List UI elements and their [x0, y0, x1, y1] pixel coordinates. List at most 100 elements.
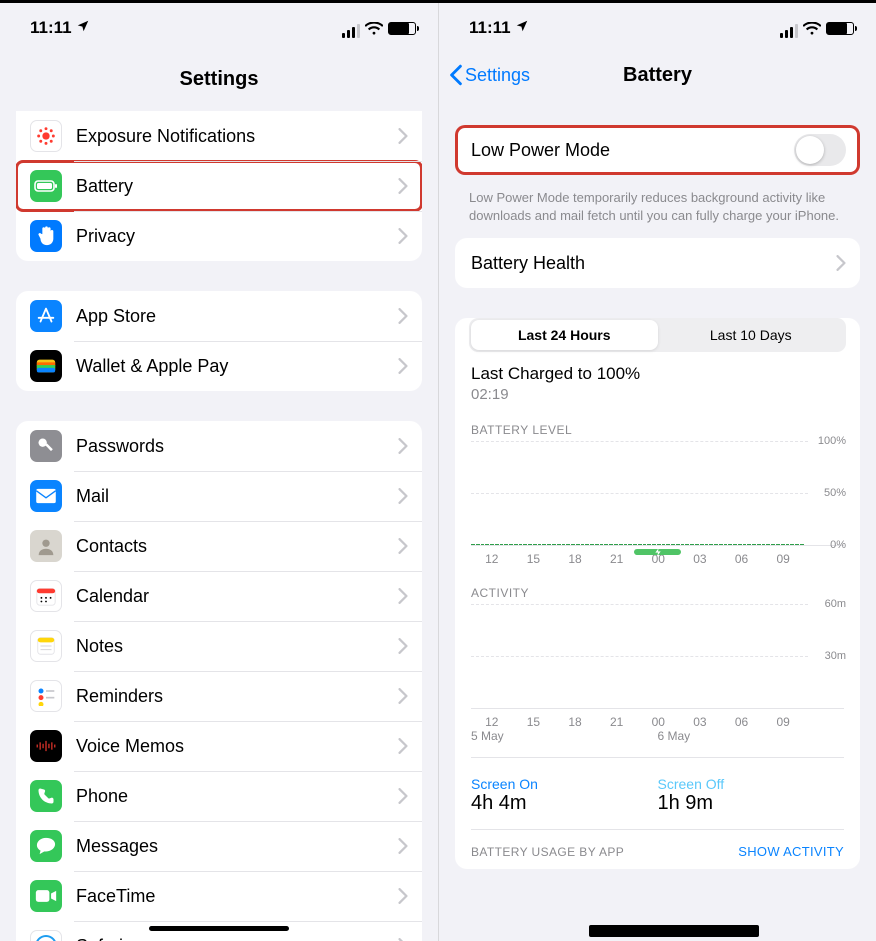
status-bar: 11:11: [0, 3, 438, 53]
toggle-low-power[interactable]: [794, 134, 846, 166]
back-label: Settings: [465, 65, 530, 86]
battery-level-label: BATTERY LEVEL: [455, 417, 860, 441]
x-tick: 03: [679, 552, 721, 566]
cell-signal-icon: [340, 18, 360, 38]
x-tick: 21: [596, 552, 638, 566]
x-tick: 15: [513, 552, 555, 566]
row-calendar[interactable]: Calendar: [16, 571, 422, 621]
location-icon: [76, 19, 90, 33]
row-label: Calendar: [76, 586, 398, 607]
status-bar: 11:11: [439, 3, 876, 53]
row-safari[interactable]: Safari: [16, 921, 422, 941]
battery-health-group: Battery Health: [455, 238, 860, 288]
wallet-icon: [30, 350, 62, 382]
row-battery-health[interactable]: Battery Health: [455, 238, 860, 288]
x-tick: 18: [554, 552, 596, 566]
charging-indicator: [634, 549, 681, 555]
y-tick: 100%: [818, 435, 846, 447]
show-activity-link[interactable]: SHOW ACTIVITY: [738, 844, 844, 859]
row-voicememos[interactable]: Voice Memos: [16, 721, 422, 771]
segment-24h[interactable]: Last 24 Hours: [471, 320, 658, 350]
row-label: App Store: [76, 306, 398, 327]
location-icon: [515, 19, 529, 33]
row-label: Contacts: [76, 536, 398, 557]
page-title: Settings: [0, 68, 438, 91]
chevron-right-icon: [398, 838, 408, 854]
activity-label: ACTIVITY: [455, 580, 860, 604]
chevron-right-icon: [398, 638, 408, 654]
chevron-right-icon: [398, 888, 408, 904]
row-privacy[interactable]: Privacy: [16, 211, 422, 261]
row-appstore[interactable]: App Store: [16, 291, 422, 341]
chevron-right-icon: [398, 228, 408, 244]
chevron-right-icon: [398, 178, 408, 194]
hand-icon: [30, 220, 62, 252]
battery-icon: [826, 22, 854, 35]
row-label: Wallet & Apple Pay: [76, 356, 398, 377]
screen-on-value: 4h 4m: [471, 792, 658, 815]
x-tick: 09: [762, 715, 804, 729]
row-battery[interactable]: Battery: [16, 161, 422, 211]
row-label: Exposure Notifications: [76, 126, 398, 147]
back-button[interactable]: Settings: [449, 64, 530, 86]
screen-on-label: Screen On: [471, 776, 658, 792]
row-label: Notes: [76, 636, 398, 657]
row-exposure[interactable]: Exposure Notifications: [16, 111, 422, 161]
row-contacts[interactable]: Contacts: [16, 521, 422, 571]
chevron-right-icon: [398, 488, 408, 504]
screen-off-col: Screen Off 1h 9m: [658, 776, 845, 815]
x-tick: 06: [721, 715, 763, 729]
y-tick: 50%: [824, 487, 846, 499]
chevron-right-icon: [398, 128, 408, 144]
row-facetime[interactable]: FaceTime: [16, 871, 422, 921]
row-wallet[interactable]: Wallet & Apple Pay: [16, 341, 422, 391]
row-low-power-mode[interactable]: Low Power Mode: [455, 125, 860, 175]
x-tick: 00: [638, 715, 680, 729]
row-label: Mail: [76, 486, 398, 507]
chevron-left-icon: [449, 64, 463, 86]
wifi-icon: [803, 22, 821, 35]
mail-icon: [30, 480, 62, 512]
row-label: Privacy: [76, 226, 398, 247]
row-label: Passwords: [76, 436, 398, 457]
y-tick: 30m: [825, 650, 846, 662]
chevron-right-icon: [398, 788, 408, 804]
segment-10d[interactable]: Last 10 Days: [658, 320, 845, 350]
chevron-right-icon: [398, 308, 408, 324]
nav-header: Settings Battery: [439, 53, 876, 97]
row-label: Voice Memos: [76, 736, 398, 757]
row-label: Phone: [76, 786, 398, 807]
wifi-icon: [365, 22, 383, 35]
calendar-icon: [30, 580, 62, 612]
settings-screen: 11:11 Settings Exposure Notifications Bat…: [0, 3, 438, 941]
row-reminders[interactable]: Reminders: [16, 671, 422, 721]
y-tick: 0%: [830, 539, 846, 551]
chevron-right-icon: [398, 538, 408, 554]
row-passwords[interactable]: Passwords: [16, 421, 422, 471]
row-phone[interactable]: Phone: [16, 771, 422, 821]
safari-icon: [30, 930, 62, 941]
x-tick: 09: [762, 552, 804, 566]
y-tick: 60m: [825, 598, 846, 610]
settings-group: App Store Wallet & Apple Pay: [16, 291, 422, 391]
settings-group: Passwords Mail Contacts Calendar Notes Remind…: [16, 421, 422, 941]
time-range-segment[interactable]: Last 24 Hours Last 10 Days: [469, 318, 846, 352]
x-tick: 12: [471, 715, 513, 729]
chevron-right-icon: [398, 588, 408, 604]
screen-off-value: 1h 9m: [658, 792, 845, 815]
usage-by-app-row: BATTERY USAGE BY APP SHOW ACTIVITY: [455, 838, 860, 859]
chevron-right-icon: [398, 358, 408, 374]
x-tick: 15: [513, 715, 555, 729]
chevron-right-icon: [398, 438, 408, 454]
row-messages[interactable]: Messages: [16, 821, 422, 871]
appstore-icon: [30, 300, 62, 332]
home-indicator[interactable]: [149, 926, 289, 931]
low-power-note: Low Power Mode temporarily reduces backg…: [439, 181, 876, 238]
screen-off-label: Screen Off: [658, 776, 845, 792]
status-time: 11:11: [30, 18, 90, 38]
row-notes[interactable]: Notes: [16, 621, 422, 671]
row-mail[interactable]: Mail: [16, 471, 422, 521]
date-labels: 5 May 6 May: [455, 729, 860, 753]
bolt-icon: [654, 548, 662, 556]
x-tick: 12: [471, 552, 513, 566]
